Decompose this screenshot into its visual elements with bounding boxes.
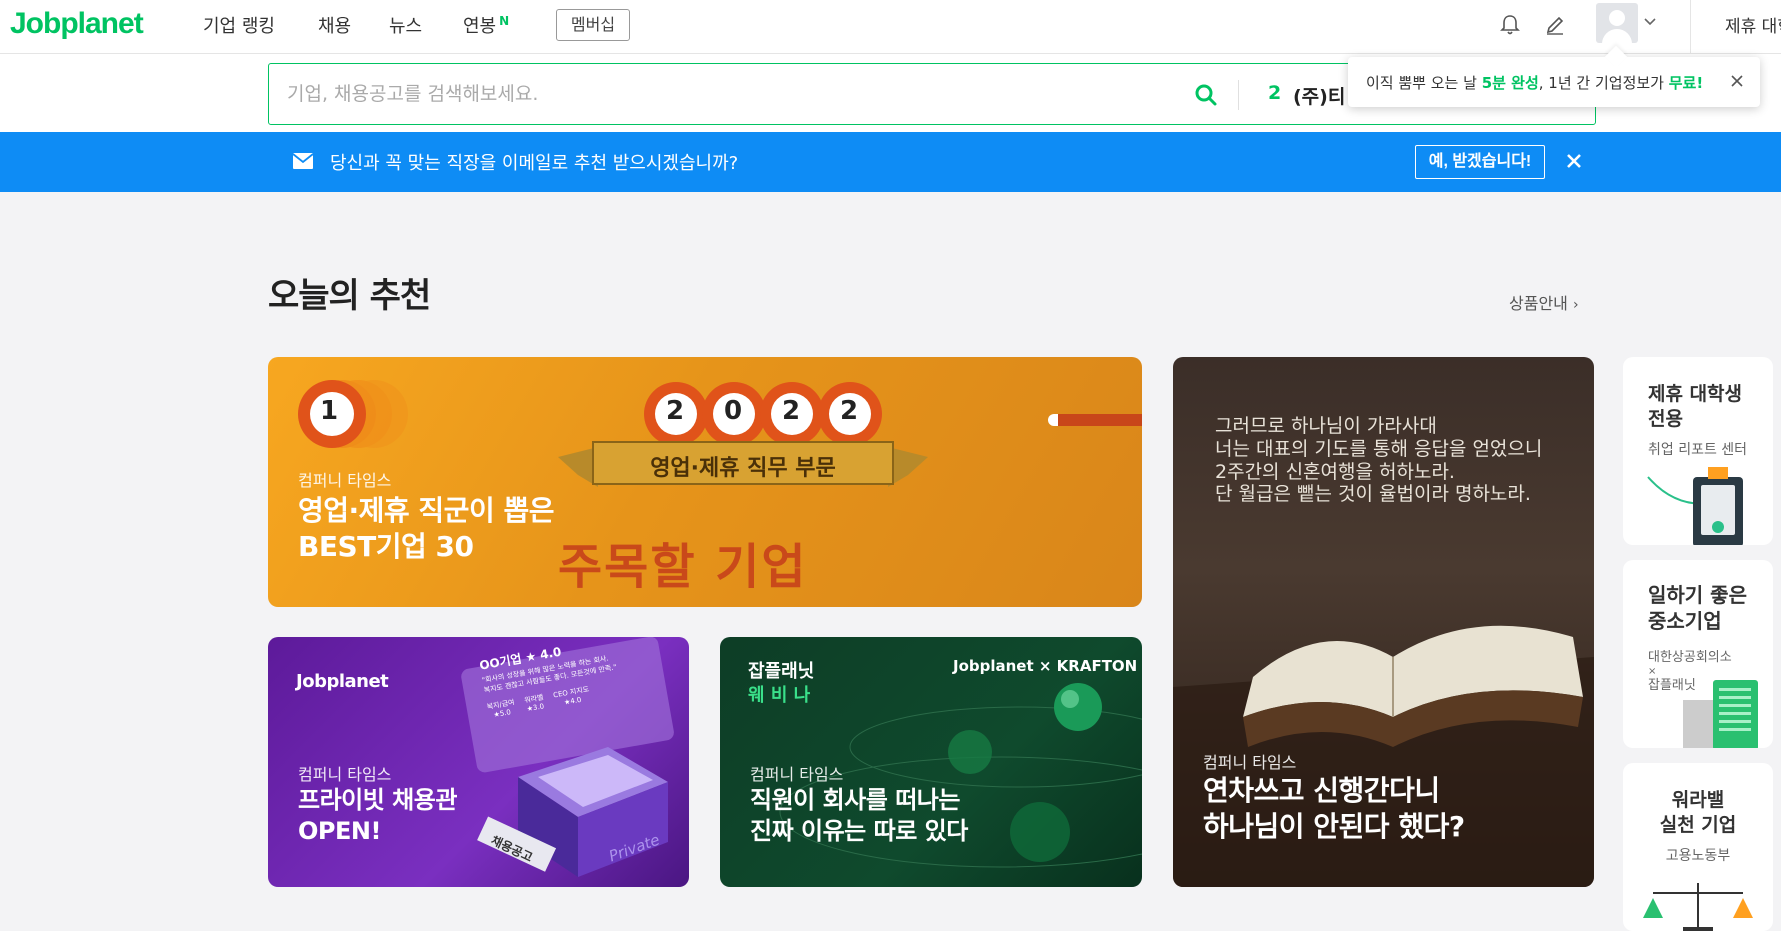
chevron-down-icon[interactable] (1643, 14, 1657, 28)
product-guide-link[interactable]: 상품안내 › (1509, 290, 1579, 314)
top-navigation: Jobplanet 기업 랭킹 채용 뉴스 연봉N 멤버십 제휴 대학 (0, 0, 1781, 54)
side-card-title: 일하기 좋은 중소기업 (1648, 583, 1747, 633)
search-divider (1238, 80, 1239, 110)
card-quote: 그러므로 하나님이 가라사대 너는 대표의 기도를 통해 응답을 얻었으니 2주… (1215, 415, 1543, 506)
building-artwork (1683, 680, 1758, 748)
card-brand: 잡플래닛 (748, 661, 815, 682)
art-year-digit: 2 (782, 396, 801, 426)
nav-company-ranking[interactable]: 기업 랭킹 (203, 12, 275, 38)
tooltip-text: 이직 뿜뿌 오는 날 5분 완성, 1년 간 기업정보가 무료! (1366, 74, 1704, 92)
art-year-digit: 2 (840, 396, 859, 426)
card-brand-sub: 웨 비 나 (748, 685, 811, 706)
side-card-sme[interactable]: 일하기 좋은 중소기업 대한상공회의소 × 잡플래닛 (1623, 560, 1773, 748)
card-partner: Jobplanet × KRAFTON (953, 657, 1138, 675)
side-card-subtitle: 취업 리포트 센터 (1648, 442, 1748, 458)
section-title: 오늘의 추천 (268, 276, 431, 316)
art-ribbon-text: 영업·제휴 직무 부문 (650, 456, 836, 481)
card-brand: Jobplanet (296, 671, 389, 692)
email-recommend-banner: 당신과 꼭 맞는 직장을 이메일로 추천 받으시겠습니까? 예, 받겠습니다! (0, 132, 1781, 192)
accept-email-button[interactable]: 예, 받겠습니다! (1415, 145, 1545, 179)
card-category: 컴퍼니 타임스 (750, 765, 844, 784)
side-card-title: 워라밸 실천 기업 (1659, 789, 1737, 836)
card-category: 컴퍼니 타임스 (298, 471, 392, 490)
recommend-card-private-hiring[interactable]: OO기업 ★ 4.0 "회사의 성장을 위해 많은 노력을 하는 회사. 복지도… (268, 637, 689, 887)
art-year-digit: 2 (666, 396, 685, 426)
membership-button[interactable]: 멤버십 (556, 9, 630, 41)
nav-divider (1690, 0, 1691, 54)
side-card-title: 제휴 대학생 전용 (1648, 383, 1743, 430)
card-title: 프라이빗 채용관 OPEN! (298, 786, 457, 846)
side-card-subtitle: 고용노동부 (1665, 848, 1731, 864)
close-icon[interactable] (1565, 152, 1583, 170)
nav-salary[interactable]: 연봉 N (463, 12, 509, 38)
close-icon[interactable] (1728, 72, 1746, 90)
nav-news[interactable]: 뉴스 (389, 12, 422, 38)
card-category: 컴퍼니 타임스 (1203, 753, 1297, 772)
card-title: 직원이 회사를 떠나는 진짜 이유는 따로 있다 (750, 786, 968, 846)
nav-jobs[interactable]: 채용 (318, 12, 351, 38)
search-icon[interactable] (1193, 82, 1219, 108)
jobplanet-logo[interactable]: Jobplanet (10, 7, 144, 41)
art-year-digit: 0 (724, 396, 743, 426)
user-avatar[interactable] (1596, 3, 1638, 43)
side-card-work-life-balance[interactable]: 워라밸 실천 기업 고용노동부 (1623, 763, 1773, 931)
id-card-artwork (1647, 467, 1743, 545)
new-badge: N (499, 14, 510, 28)
card-category: 컴퍼니 타임스 (298, 765, 392, 784)
bell-icon[interactable] (1498, 13, 1522, 37)
side-card-university[interactable]: 제휴 대학생 전용 취업 리포트 센터 (1623, 357, 1773, 545)
card-title: 연차쓰고 신행간다니 하나님이 안된다 했다? (1203, 774, 1465, 844)
membership-tooltip: 이직 뿜뿌 오는 날 5분 완성, 1년 간 기업정보가 무료! (1348, 57, 1760, 107)
nav-partner-university[interactable]: 제휴 대학 (1725, 12, 1781, 37)
recommend-card-honeymoon[interactable]: 그러므로 하나님이 가라사대 너는 대표의 기도를 통해 응답을 얻었으니 2주… (1173, 357, 1594, 887)
pencil-icon[interactable] (1543, 13, 1567, 37)
banner-text: 당신과 꼭 맞는 직장을 이메일로 추천 받으시겠습니까? (330, 153, 739, 174)
card-title: 영업·제휴 직군이 뽑은 BEST기업 30 (298, 494, 554, 564)
trending-rank-number: 2 (1268, 82, 1282, 104)
recommend-card-webinar[interactable]: 잡플래닛 웨 비 나 Jobplanet × KRAFTON 컴퍼니 타임스 직… (720, 637, 1142, 887)
art-rank-number: 1 (320, 396, 339, 426)
scale-artwork (1643, 883, 1753, 931)
mail-icon (292, 153, 314, 169)
art-headline: 주목할 기업 (558, 539, 808, 595)
trending-company-name[interactable]: (주)티 (1293, 82, 1348, 109)
recommend-card-best-companies[interactable]: 1 2 0 2 2 영업·제휴 직무 부문 주목할 기업 컴퍼니 타임스 영업·… (268, 357, 1142, 607)
search-input[interactable] (287, 78, 1187, 110)
